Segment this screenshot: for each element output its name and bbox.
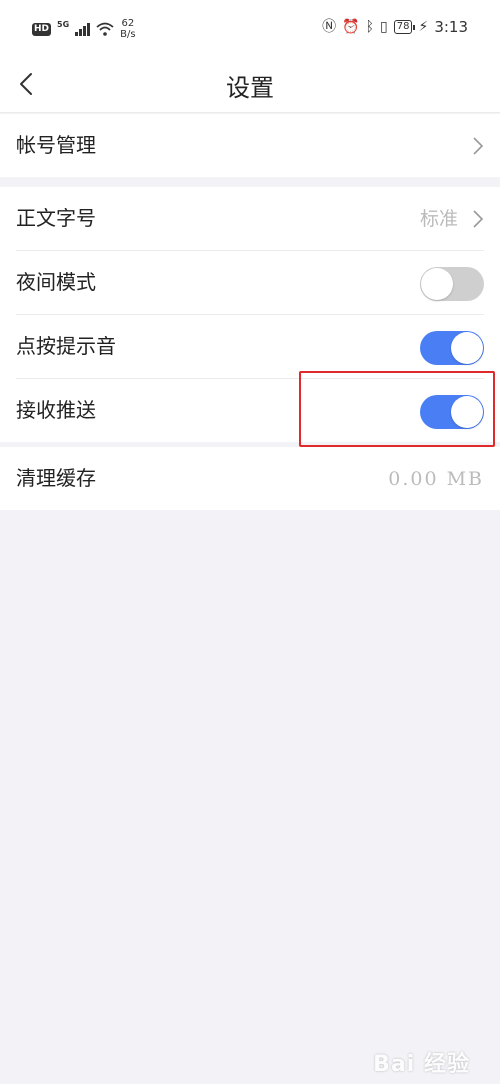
account-management-row[interactable]: 帐号管理 bbox=[16, 114, 484, 177]
status-left: HD 5G 62 B/s bbox=[32, 18, 136, 40]
account-management-label: 帐号管理 bbox=[16, 133, 96, 157]
watermark-logo: Bai 经验 bbox=[373, 1052, 470, 1077]
highlight-box bbox=[299, 371, 495, 447]
5g-label: 5G bbox=[57, 19, 70, 29]
alarm-icon: ⏰ bbox=[342, 19, 360, 35]
chevron-right-icon bbox=[473, 210, 484, 228]
font-size-row[interactable]: 正文字号 标准 bbox=[16, 187, 484, 251]
settings-group-cache: 清理缓存 0.00 MB bbox=[0, 447, 500, 510]
night-mode-toggle[interactable] bbox=[420, 267, 484, 301]
toggle-knob bbox=[421, 268, 453, 300]
signal-icon bbox=[75, 22, 91, 36]
status-time: 3:13 bbox=[434, 18, 468, 36]
font-size-value: 标准 bbox=[419, 208, 458, 230]
network-speed: 62 B/s bbox=[120, 18, 135, 40]
night-mode-label: 夜间模式 bbox=[16, 270, 96, 294]
clear-cache-label: 清理缓存 bbox=[16, 466, 96, 490]
nfc-icon: Ⓝ bbox=[322, 19, 337, 35]
page-title: 设置 bbox=[226, 74, 274, 102]
hd-badge: HD bbox=[32, 22, 52, 36]
clear-cache-row[interactable]: 清理缓存 0.00 MB bbox=[16, 447, 484, 510]
status-bar: HD 5G 62 B/s Ⓝ ⏰ ᛒ ▯ 78 ⚡ 3:13 bbox=[0, 0, 500, 56]
charging-icon: ⚡ bbox=[418, 19, 429, 35]
chevron-right-icon bbox=[473, 137, 484, 155]
network-speed-unit: B/s bbox=[120, 29, 136, 40]
font-size-label: 正文字号 bbox=[16, 206, 96, 230]
vibrate-icon: ▯ bbox=[380, 19, 388, 35]
settings-group-account: 帐号管理 bbox=[0, 114, 500, 177]
night-mode-row: 夜间模式 bbox=[16, 251, 484, 315]
bluetooth-icon: ᛒ bbox=[365, 19, 375, 35]
battery-icon: 78 bbox=[393, 20, 416, 34]
tap-sound-label: 点按提示音 bbox=[16, 334, 116, 358]
status-right: Ⓝ ⏰ ᛒ ▯ 78 ⚡ 3:13 bbox=[322, 18, 468, 36]
wifi-icon bbox=[96, 22, 114, 36]
network-speed-value: 62 bbox=[121, 18, 135, 29]
nav-bar: 设置 bbox=[0, 56, 500, 113]
tap-sound-row: 点按提示音 bbox=[16, 315, 484, 379]
tap-sound-toggle[interactable] bbox=[420, 331, 484, 365]
toggle-knob bbox=[451, 332, 483, 364]
cache-size-value: 0.00 MB bbox=[388, 468, 484, 490]
push-label: 接收推送 bbox=[16, 398, 96, 422]
